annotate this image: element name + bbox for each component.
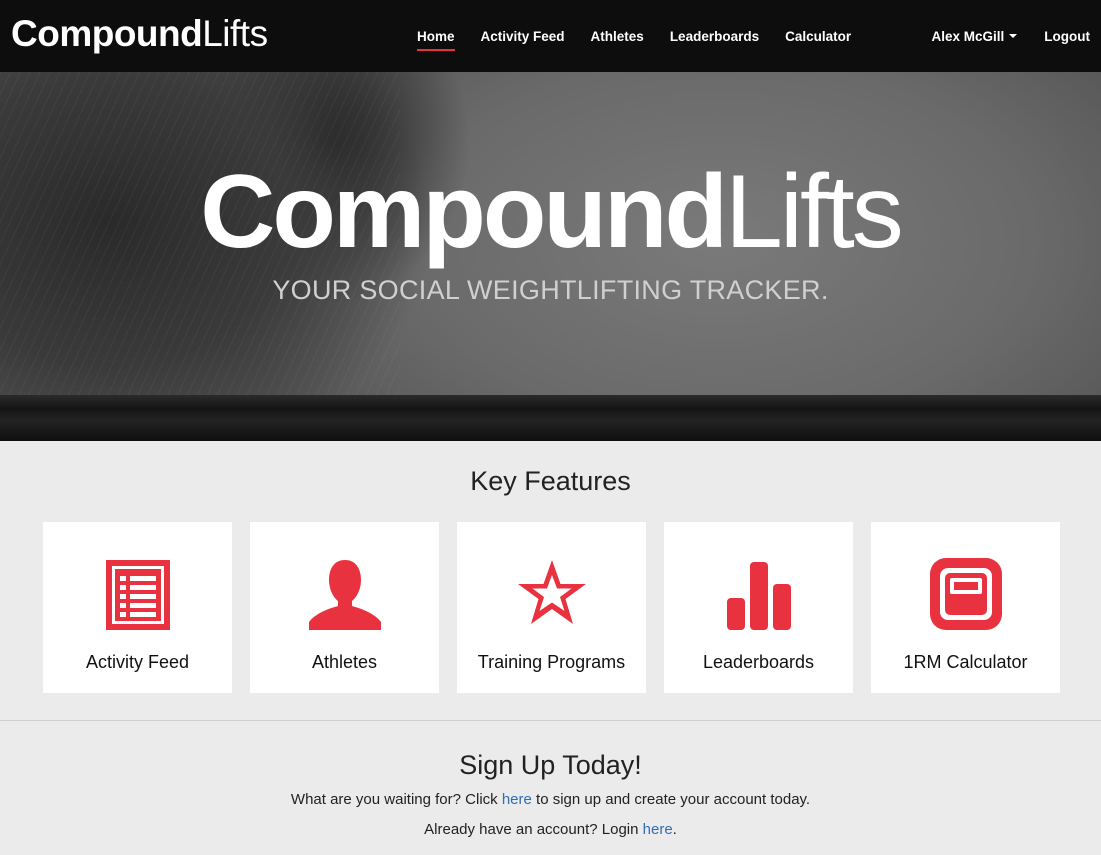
feature-card-athletes[interactable]: Athletes (250, 522, 439, 693)
nav-link-home[interactable]: Home (417, 29, 455, 51)
list-document-icon (105, 560, 170, 630)
feature-label: 1RM Calculator (903, 652, 1028, 672)
signup-here-link[interactable]: here (502, 791, 532, 808)
star-icon (517, 560, 586, 624)
brand-light: Lifts (202, 13, 268, 54)
user-name: Alex McGill (931, 28, 1005, 44)
signup-heading: Sign Up Today! (459, 750, 642, 780)
feature-cards: Activity Feed Athletes Training Programs… (43, 522, 1060, 693)
feature-card-training-programs[interactable]: Training Programs (457, 522, 646, 693)
signup-text: What are you waiting for? Click here to … (0, 790, 1101, 810)
hero-barbell (0, 395, 1101, 441)
top-navbar: CompoundLifts Home Activity Feed Athlete… (0, 0, 1101, 72)
brand-bold: Compound (11, 13, 203, 54)
feature-card-leaderboards[interactable]: Leaderboards (664, 522, 853, 693)
caret-down-icon (1009, 34, 1018, 38)
section-divider (0, 720, 1101, 721)
signup-text-pre: What are you waiting for? Click (290, 791, 502, 808)
nav-link-calculator[interactable]: Calculator (785, 29, 851, 44)
signup-text-post: to sign up and create your account today… (531, 791, 811, 808)
brand-logo[interactable]: CompoundLifts (11, 12, 268, 56)
bar-chart-icon (726, 562, 791, 630)
login-text-post: . (672, 821, 677, 838)
login-here-link[interactable]: here (643, 821, 673, 838)
feature-label: Training Programs (477, 652, 626, 672)
person-icon (308, 560, 381, 630)
nav-link-activity-feed[interactable]: Activity Feed (481, 29, 565, 44)
feature-label: Leaderboards (702, 652, 815, 672)
nav-links: Home Activity Feed Athletes Leaderboards… (417, 0, 877, 72)
user-menu-dropdown[interactable]: Alex McGill (931, 28, 1018, 44)
hero-title: CompoundLifts (0, 152, 1101, 272)
features-heading: Key Features (470, 466, 631, 496)
logout-link[interactable]: Logout (1044, 29, 1090, 44)
login-text-pre: Already have an account? Login (424, 821, 643, 838)
nav-link-leaderboards[interactable]: Leaderboards (670, 29, 759, 44)
hero-title-bold: Compound (200, 154, 728, 270)
login-text: Already have an account? Login here. (0, 820, 1101, 840)
hero-banner: CompoundLifts YOUR SOCIAL WEIGHTLIFTING … (0, 72, 1101, 441)
feature-card-activity-feed[interactable]: Activity Feed (43, 522, 232, 693)
nav-right: Alex McGill Logout (931, 0, 1090, 72)
nav-link-athletes[interactable]: Athletes (591, 29, 644, 44)
hero-title-light: Lifts (725, 154, 904, 270)
feature-label: Activity Feed (85, 652, 190, 672)
hero-tagline: YOUR SOCIAL WEIGHTLIFTING TRACKER. (272, 275, 829, 305)
feature-label: Athletes (311, 652, 378, 672)
feature-card-1rm-calculator[interactable]: 1RM Calculator (871, 522, 1060, 693)
calculator-icon (929, 558, 1002, 630)
